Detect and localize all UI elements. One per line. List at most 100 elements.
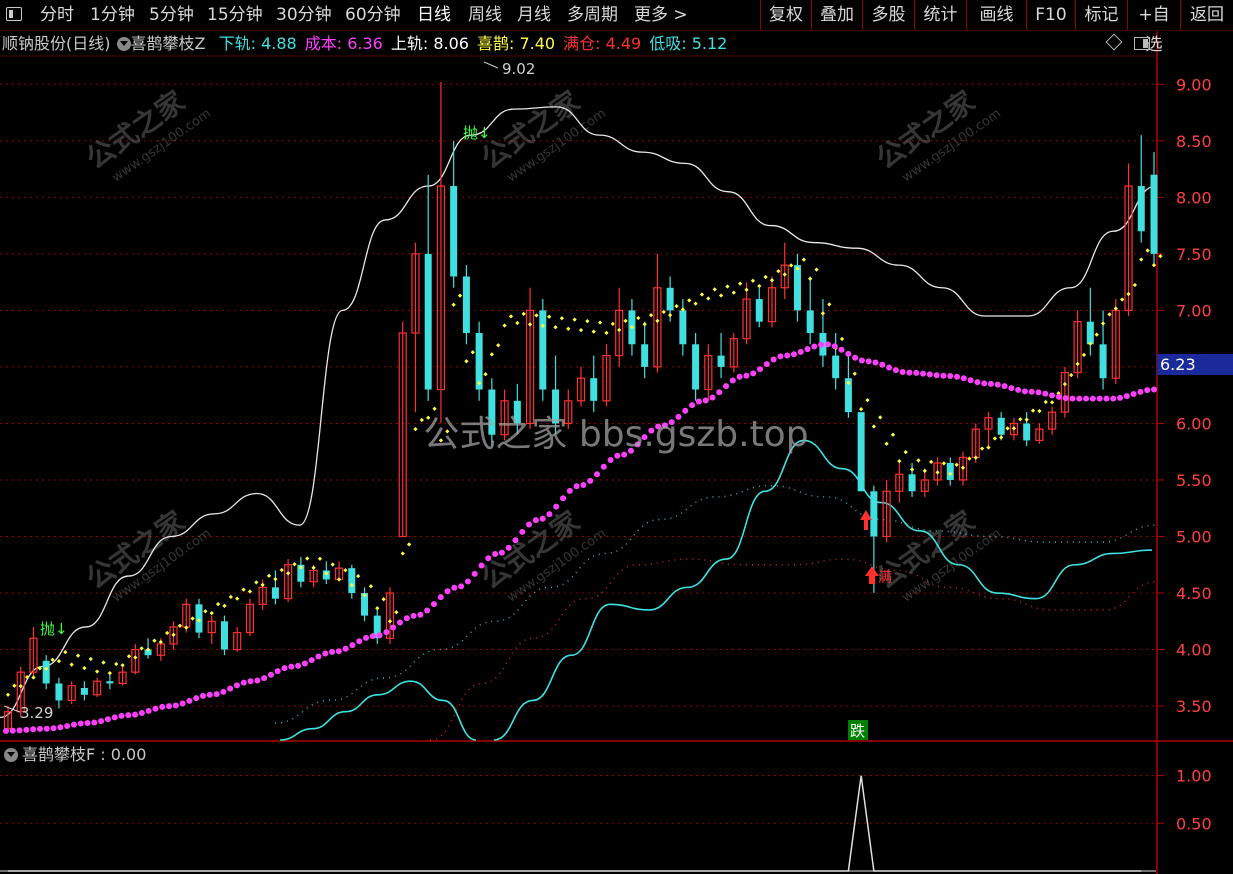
y-tick-label: 4.00 <box>1176 641 1212 660</box>
cost-dot <box>471 570 478 577</box>
toolbar-button-6[interactable]: 标记 <box>1075 0 1127 30</box>
magpie-dot <box>336 577 342 582</box>
indicator-item: 满仓: 4.49 <box>563 34 642 53</box>
watermark-logo: 公式之家www.gszj100.com <box>475 84 609 185</box>
magpie-dot <box>139 646 144 651</box>
magpie-dot <box>820 311 826 316</box>
magpie-dot <box>1050 400 1055 405</box>
cost-dot <box>43 725 50 732</box>
toolbar-button-4[interactable]: 画线 <box>966 0 1026 30</box>
cost-dot <box>9 727 16 734</box>
sub-indicator-header: 喜鹊攀枝F : 0.00 <box>0 744 146 766</box>
period-tab-5[interactable]: 60分钟 <box>345 0 401 30</box>
cost-dot <box>1103 395 1110 402</box>
magpie-dot <box>610 321 615 326</box>
toolbar-button-2[interactable]: 多股 <box>862 0 914 30</box>
cost-dot <box>1151 386 1157 393</box>
cost-dot <box>199 692 206 699</box>
toolbar-button-7[interactable]: +自选 <box>1127 0 1180 55</box>
period-tab-6[interactable]: 日线 <box>417 0 451 30</box>
cost-dot <box>16 727 23 734</box>
magpie-dot <box>515 320 520 326</box>
magpie-dot <box>464 359 469 364</box>
cost-dot <box>587 477 594 484</box>
candle-body <box>793 265 801 311</box>
cost-dot <box>1035 389 1042 396</box>
toolbar-button-8[interactable]: 返回 <box>1180 0 1233 30</box>
period-tab-1[interactable]: 1分钟 <box>90 0 135 30</box>
magpie-dot <box>394 610 399 615</box>
candle-body <box>1099 344 1107 379</box>
magpie-dot <box>699 292 705 297</box>
magpie-dot <box>725 284 730 289</box>
magpie-dot <box>273 576 278 582</box>
period-tab-4[interactable]: 30分钟 <box>276 0 332 30</box>
magpie-dot <box>1158 253 1163 259</box>
period-tab-2[interactable]: 5分钟 <box>149 0 194 30</box>
cost-dot <box>532 517 539 524</box>
menu-square-icon[interactable] <box>6 7 22 21</box>
magpie-dot <box>648 313 654 318</box>
cost-dot <box>750 370 757 377</box>
candle-body <box>424 253 432 390</box>
magpie-dot <box>954 462 959 467</box>
cost-dot <box>458 583 465 590</box>
magpie-dot <box>960 465 966 470</box>
period-tab-0[interactable]: 分时 <box>40 0 74 30</box>
magpie-dot <box>852 371 857 376</box>
cost-dot <box>77 720 84 727</box>
magpie-dot <box>184 625 189 630</box>
fall-signal: 跌 <box>850 722 865 740</box>
cost-dot <box>403 615 410 622</box>
candle-body <box>462 276 470 333</box>
cost-dot <box>716 389 723 396</box>
cost-dot <box>818 341 825 348</box>
indicator-item-value: 5.12 <box>691 34 728 53</box>
cost-dot <box>838 346 845 353</box>
toolbar-button-5[interactable]: F10 <box>1026 0 1075 30</box>
magpie-dot <box>788 263 794 268</box>
magpie-dot <box>1075 361 1080 367</box>
kline-chart[interactable]: 9.008.508.007.507.006.506.005.505.004.50… <box>0 0 1233 874</box>
toolbar-button-1[interactable]: 叠加 <box>811 0 862 30</box>
sub-y-tick-label: 1.00 <box>1176 767 1212 786</box>
cost-dot <box>430 601 437 608</box>
magpie-dot <box>1043 399 1048 405</box>
magpie-dot <box>1145 248 1150 253</box>
cost-dot <box>1049 392 1056 399</box>
cost-dot <box>926 371 933 378</box>
magpie-dot <box>604 330 609 335</box>
magpie-dot <box>1139 257 1144 262</box>
y-tick-label: 9.00 <box>1176 75 1212 94</box>
magpie-dot <box>827 302 832 307</box>
magpie-dot <box>266 573 272 578</box>
indicator-dropdown-icon[interactable] <box>116 37 131 51</box>
period-tab-10[interactable]: 更多 > <box>634 0 688 30</box>
period-tab-7[interactable]: 周线 <box>468 0 502 30</box>
magpie-dot <box>935 470 940 475</box>
cost-dot <box>1055 393 1062 400</box>
lower-band-line <box>493 439 1153 741</box>
magpie-dot <box>483 372 488 377</box>
cost-dot <box>179 700 186 707</box>
sub-indicator-dropdown-icon[interactable] <box>4 748 18 762</box>
magpie-dot <box>597 320 603 325</box>
magpie-dot <box>177 623 183 628</box>
panel-toggle-icon[interactable] <box>1134 37 1150 50</box>
cost-dot <box>1144 387 1151 394</box>
toolbar-button-0[interactable]: 复权 <box>760 0 811 30</box>
sub-indicator-name[interactable]: 喜鹊攀枝F <box>22 745 95 764</box>
toolbar-button-3[interactable]: 统计 <box>914 0 966 30</box>
candle-body <box>348 568 356 594</box>
cost-dot <box>913 369 920 376</box>
period-tab-3[interactable]: 15分钟 <box>207 0 263 30</box>
period-tab-8[interactable]: 月线 <box>517 0 551 30</box>
watermark-logo: 公式之家www.gszj100.com <box>80 504 214 605</box>
period-tab-9[interactable]: 多周期 <box>567 0 618 30</box>
cost-dot <box>247 678 254 685</box>
magpie-dot <box>578 328 584 333</box>
cost-dot <box>70 721 77 728</box>
cost-dot <box>994 381 1001 388</box>
cost-dot <box>383 629 390 636</box>
indicator-name[interactable]: 喜鹊攀枝Z <box>131 34 206 53</box>
